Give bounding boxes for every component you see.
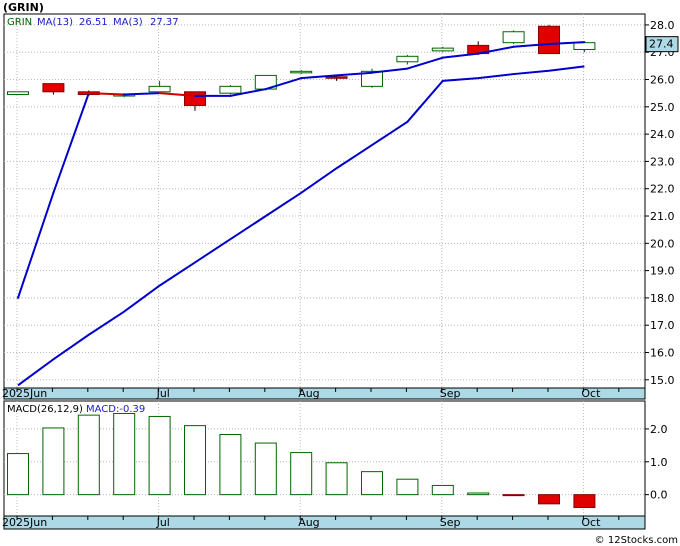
candle-body <box>538 25 560 55</box>
legend-symbol: GRIN <box>7 17 32 28</box>
price-y-tick-label: 20.0 <box>650 237 675 250</box>
macd-bar <box>77 414 100 496</box>
candle-body <box>42 83 65 93</box>
price-x-axis-band <box>3 387 646 400</box>
stock-chart-page: (GRIN) 28.0 27.0 26.0 25.0 24.0 23.0 22.0 21.0 2… <box>0 0 680 546</box>
macd-bar <box>538 494 560 505</box>
macd-x-axis-band <box>3 515 646 530</box>
candle-body <box>290 70 313 74</box>
macd-bar <box>42 427 65 496</box>
macd-y-tick-label: 1.0 <box>650 456 668 469</box>
macd-bar <box>573 494 596 508</box>
price-y-tick-label: 21.0 <box>650 210 675 223</box>
candle-body <box>396 55 419 63</box>
last-price-tag: 27.4 <box>645 36 679 53</box>
legend-ma3-label: MA(3) <box>113 17 143 28</box>
price-x-tick-label: Aug <box>298 387 319 400</box>
macd-bar <box>148 415 171 496</box>
price-y-tick-label: 28.0 <box>650 19 675 32</box>
macd-bar <box>219 434 242 496</box>
ma3-segment <box>87 92 126 96</box>
price-y-tick-label: 24.0 <box>650 128 675 141</box>
macd-params-label: MACD(26,12,9) <box>7 404 83 415</box>
candle-body <box>325 76 348 79</box>
legend-ma13-value: 26.51 <box>79 17 108 28</box>
macd-y-tick-label: 0.0 <box>650 489 668 502</box>
price-y-tick-label: 15.0 <box>650 374 675 387</box>
chart-title: (GRIN) <box>3 1 44 14</box>
macd-bar <box>184 425 206 496</box>
legend-ma3-value: 27.37 <box>150 17 179 28</box>
candle-body <box>184 91 206 106</box>
price-y-tick-label: 23.0 <box>650 155 675 168</box>
ma3-segment <box>123 92 161 96</box>
price-y-tick-label: 17.0 <box>650 319 675 332</box>
price-x-tick-label: Oct <box>581 387 601 400</box>
price-x-tick-label: 2025Jun <box>2 387 47 400</box>
price-y-tick-label: 25.0 <box>650 101 675 114</box>
chart-canvas: (GRIN) 28.027.026.025.024.023.022.021.02… <box>2 1 679 546</box>
macd-x-tick-label: 2025Jun <box>2 516 47 529</box>
macd-bar <box>7 453 29 496</box>
price-y-tick-label: 22.0 <box>650 183 675 196</box>
candle-body <box>219 85 242 94</box>
price-x-tick-label: Jul <box>156 387 170 400</box>
macd-bar <box>431 484 454 496</box>
macd-x-tick-label: Aug <box>298 516 319 529</box>
macd-x-tick-label: Sep <box>440 516 461 529</box>
candle-body <box>431 47 454 52</box>
macd-bar <box>290 452 313 496</box>
price-y-tick-label: 26.0 <box>650 74 675 87</box>
macd-y-tick-label: 2.0 <box>650 423 668 436</box>
legend-ma13-label: MA(13) <box>37 17 73 28</box>
candle-body <box>148 85 171 93</box>
macd-bar <box>113 412 136 496</box>
macd-bar <box>325 462 348 496</box>
macd-x-tick-label: Jul <box>156 516 170 529</box>
macd-bar <box>361 471 383 496</box>
price-y-axis: 28.027.026.025.024.023.022.021.020.019.0… <box>645 19 675 387</box>
macd-bar <box>467 492 490 496</box>
price-x-tick-label: Sep <box>440 387 461 400</box>
price-y-tick-label: 19.0 <box>650 265 675 278</box>
candle-body <box>502 31 525 44</box>
price-y-tick-label: 18.0 <box>650 292 675 305</box>
candle-body <box>7 91 29 96</box>
last-price-tag-text: 27.4 <box>649 38 674 51</box>
macd-y-axis: 2.0 1.0 0.0 <box>645 423 668 502</box>
macd-x-tick-label: Oct <box>581 516 601 529</box>
price-y-tick-label: 16.0 <box>650 347 675 360</box>
macd-bar <box>254 442 277 496</box>
macd-bar <box>396 478 419 496</box>
watermark: © 12Stocks.com <box>595 535 678 546</box>
macd-bar <box>502 494 525 497</box>
candle-body <box>573 42 596 50</box>
